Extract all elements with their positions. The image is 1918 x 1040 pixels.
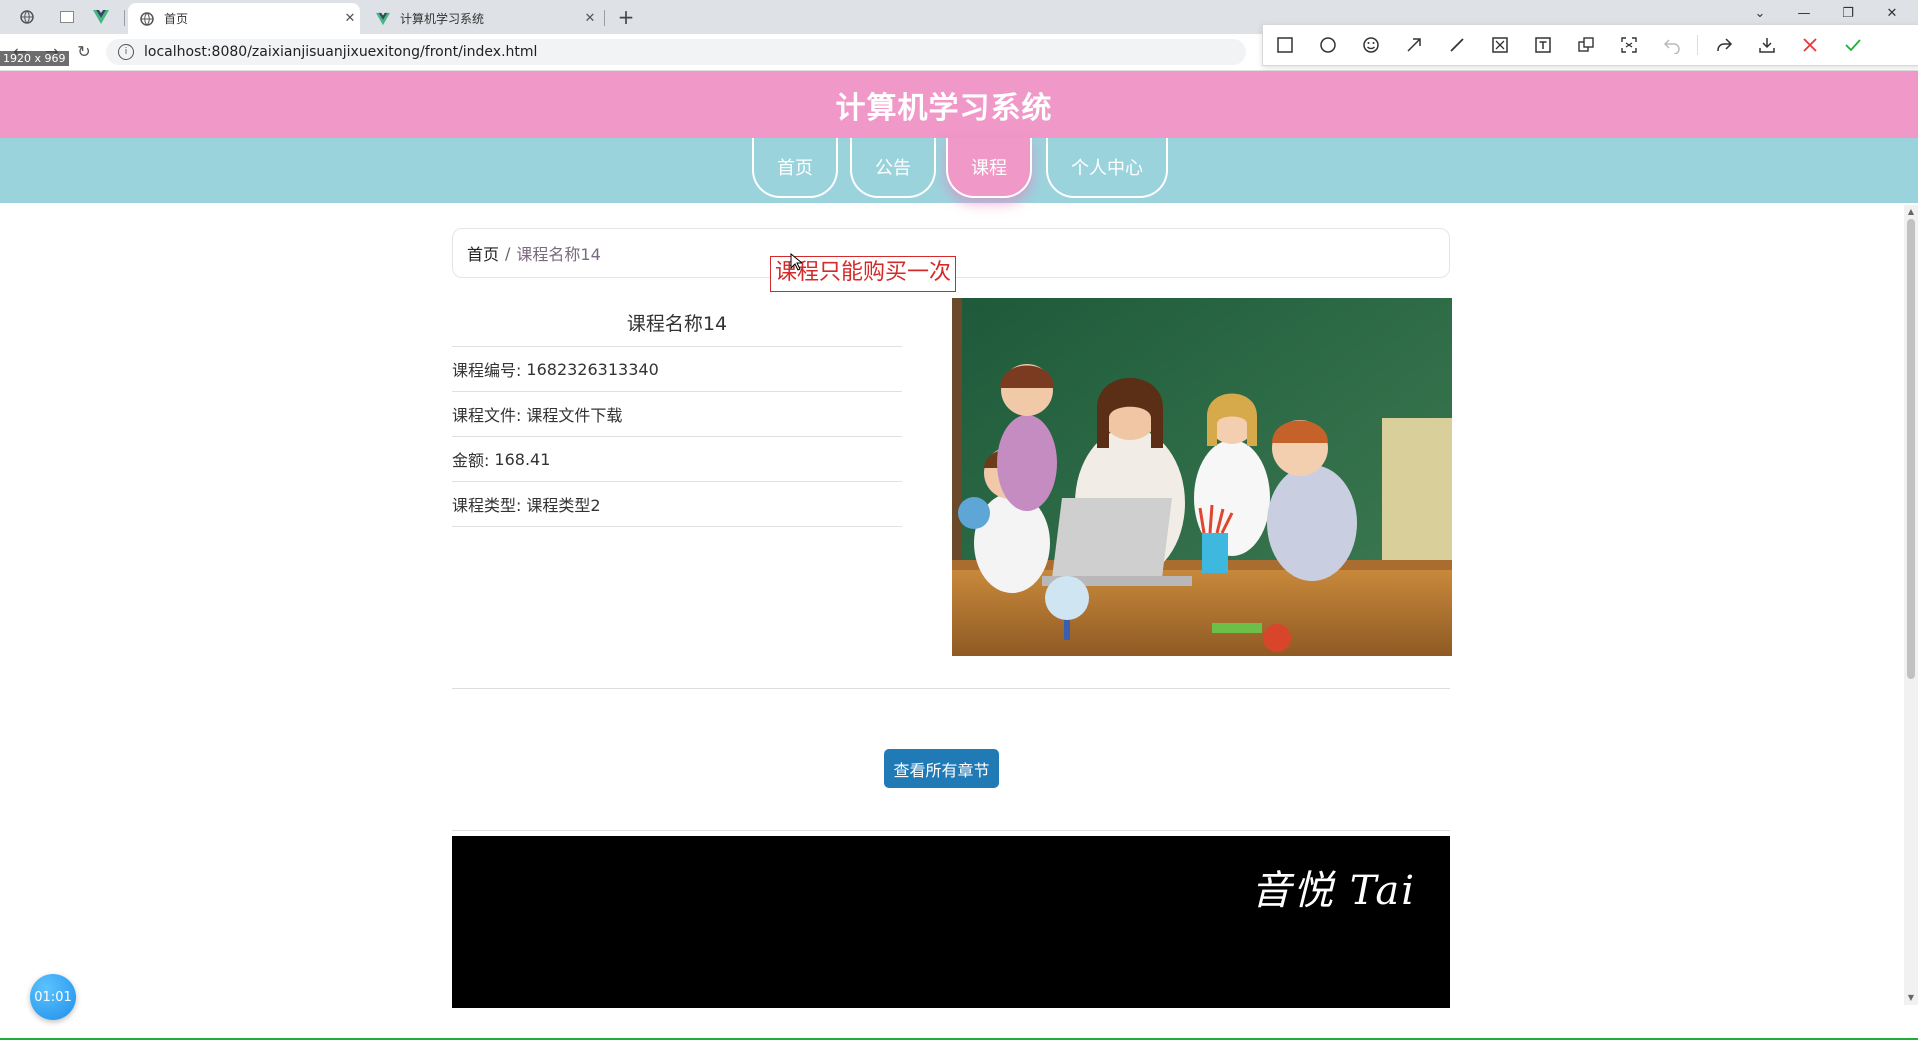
url-text: localhost:8080/zaixianjisuanjixuexitong/… (144, 44, 538, 60)
divider (452, 830, 1450, 831)
browser-tab-system[interactable]: 计算机学习系统 ✕ (364, 3, 600, 34)
browser-tab-home[interactable]: 首页 ✕ (128, 3, 360, 34)
address-bar[interactable]: i localhost:8080/zaixianjisuanjixuexiton… (106, 39, 1246, 65)
browser-tab-pinned[interactable] (12, 5, 42, 29)
undo-icon[interactable] (1650, 25, 1693, 65)
emoji-icon[interactable] (1349, 25, 1392, 65)
breadcrumb-separator: / (505, 243, 511, 263)
field-value: 168.41 (494, 449, 551, 469)
close-tab-icon[interactable]: ✕ (580, 11, 600, 26)
field-value: 课程类型2 (526, 496, 601, 515)
vue-logo-icon (93, 10, 109, 24)
ellipse-icon[interactable] (1306, 25, 1349, 65)
download-icon[interactable] (1745, 25, 1788, 65)
cancel-icon[interactable] (1788, 25, 1831, 65)
ocr-icon[interactable] (1607, 25, 1650, 65)
confirm-icon[interactable] (1831, 25, 1874, 65)
tab-title: 计算机学习系统 (400, 12, 485, 26)
nav-item-home[interactable]: 首页 (752, 138, 838, 198)
course-field-file: 课程文件: 课程文件下载 (452, 392, 902, 437)
share-icon[interactable] (1702, 25, 1745, 65)
dimension-badge: 1920 x 969 (0, 51, 69, 66)
globe-icon (20, 10, 34, 24)
course-file-download-link[interactable]: 课程文件下载 (526, 402, 622, 426)
scroll-up-icon[interactable]: ▲ (1906, 207, 1916, 217)
course-title: 课程名称14 (452, 298, 902, 347)
recording-timer[interactable]: 01:01 (30, 974, 76, 1020)
field-label: 课程类型: (452, 496, 522, 515)
breadcrumb-home[interactable]: 首页 (467, 241, 499, 265)
video-watermark: 音悦 Tai (1251, 868, 1416, 914)
browser-tab-pinned[interactable] (86, 5, 116, 29)
site-nav: 首页 公告 课程 个人中心 (0, 138, 1918, 203)
field-label: 金额: (452, 451, 490, 470)
scroll-thumb[interactable] (1907, 219, 1915, 679)
text-icon[interactable] (1521, 25, 1564, 65)
info-icon[interactable]: i (118, 44, 134, 60)
pin-icon[interactable] (1564, 25, 1607, 65)
nav-item-profile[interactable]: 个人中心 (1046, 138, 1168, 198)
reload-icon[interactable]: ↻ (72, 40, 96, 64)
mouse-cursor-icon (790, 253, 802, 271)
arrow-icon[interactable] (1392, 25, 1435, 65)
vue-logo-icon (376, 12, 390, 25)
course-field-price: 金额: 168.41 (452, 437, 902, 482)
scroll-down-icon[interactable]: ▼ (1906, 993, 1916, 1003)
course-detail: 课程名称14 课程编号: 1682326313340 课程文件: 课程文件下载 … (452, 298, 902, 527)
blank-page-icon (60, 11, 74, 23)
course-field-type: 课程类型: 课程类型2 (452, 482, 902, 527)
nav-item-notice[interactable]: 公告 (850, 138, 936, 198)
new-tab-button[interactable]: + (614, 4, 638, 30)
close-tab-icon[interactable]: ✕ (340, 11, 360, 26)
breadcrumb-current: 课程名称14 (516, 245, 601, 264)
nav-item-course[interactable]: 课程 (946, 138, 1032, 198)
browser-tab-pinned[interactable] (52, 5, 82, 29)
course-field-id: 课程编号: 1682326313340 (452, 347, 902, 392)
site-title: 计算机学习系统 (835, 90, 1053, 126)
field-value: 1682326313340 (526, 359, 659, 379)
field-label: 课程文件: (452, 406, 522, 425)
video-player[interactable]: 音悦 Tai (452, 836, 1450, 1008)
view-all-chapters-button[interactable]: 查看所有章节 (884, 749, 999, 788)
divider (452, 688, 1450, 689)
field-label: 课程编号: (452, 361, 522, 380)
course-image (952, 298, 1452, 656)
site-header: 计算机学习系统 (0, 71, 1918, 138)
rectangle-icon[interactable] (1263, 25, 1306, 65)
globe-icon (140, 11, 154, 26)
capture-toolbar (1262, 24, 1918, 66)
line-icon[interactable] (1435, 25, 1478, 65)
mosaic-icon[interactable] (1478, 25, 1521, 65)
tab-title: 首页 (164, 12, 189, 26)
page-scrollbar[interactable]: ▲ ▼ (1904, 205, 1918, 1005)
